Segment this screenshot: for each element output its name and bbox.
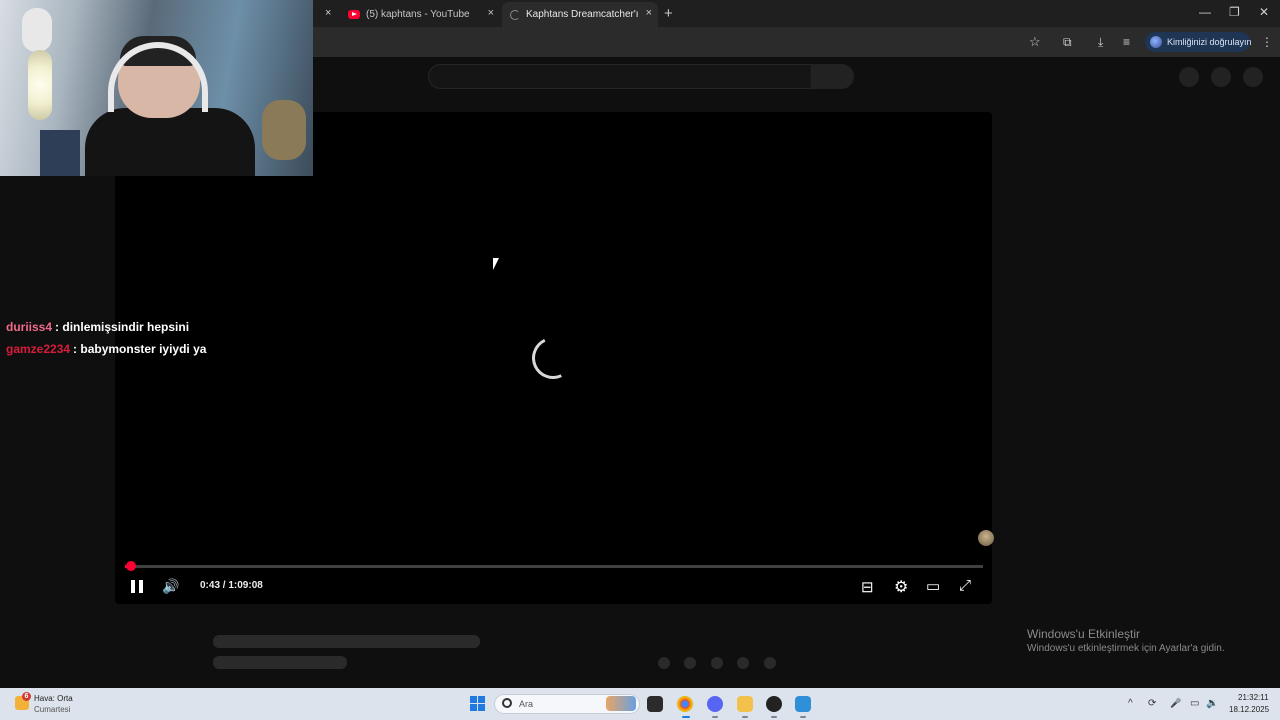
chat-username: gamze2234 — [6, 342, 71, 356]
chat-message: gamze2234: babymonster iyiydi ya — [6, 342, 206, 356]
verify-identity-label: Kimliğinizi doğrulayın — [1167, 37, 1252, 47]
search-highlight-image[interactable] — [606, 696, 636, 711]
close-window-button[interactable]: ✕ — [1259, 5, 1269, 19]
activation-watermark-subtitle: Windows'u etkinleştirmek için Ayarlar'a … — [1027, 643, 1225, 654]
taskbar-search-placeholder: Ara — [519, 699, 534, 709]
active-app-indicator — [682, 716, 690, 718]
chrome-app-icon[interactable] — [677, 696, 693, 712]
profile-globe-icon — [1150, 36, 1162, 48]
header-action-skeleton[interactable] — [1179, 67, 1199, 87]
tab-close-partial-icon[interactable]: × — [325, 7, 331, 19]
tab-title: (5) kaphtans - YouTube — [366, 9, 470, 20]
obs-app-icon[interactable] — [766, 696, 782, 712]
search-button-skeleton[interactable] — [812, 64, 854, 89]
media-control-icon[interactable]: ≡ — [1123, 35, 1130, 49]
progress-bar[interactable] — [125, 565, 983, 568]
plush-toy-image — [262, 100, 306, 160]
weather-badge: 6 — [22, 692, 31, 701]
loading-favicon-icon — [510, 9, 520, 20]
avatar-skeleton[interactable] — [1243, 67, 1263, 87]
app-indicator — [712, 716, 718, 718]
pause-button[interactable] — [131, 580, 143, 593]
chat-username: duriiss4 — [6, 320, 53, 334]
terminal-app-icon[interactable] — [647, 696, 663, 712]
mouse-cursor-icon — [493, 258, 505, 270]
chat-text: : dinlemişsindir hepsini — [55, 320, 190, 334]
tab-close-icon[interactable]: × — [646, 7, 652, 19]
app-indicator — [742, 716, 748, 718]
skeleton-dot — [764, 657, 776, 669]
chat-message: duriiss4: dinlemişsindir hepsini — [6, 320, 189, 334]
youtube-favicon-icon — [348, 10, 360, 19]
sync-icon[interactable]: ⟳ — [1148, 698, 1156, 709]
theater-mode-icon[interactable]: ▭ — [926, 577, 940, 595]
chat-text: : babymonster iyiydi ya — [73, 342, 207, 356]
taskbar — [0, 688, 1280, 720]
microphone-image — [22, 8, 52, 52]
header-action-skeleton[interactable] — [1211, 67, 1231, 87]
settings-gear-icon[interactable]: ⚙ — [894, 577, 908, 597]
bookmark-star-icon[interactable]: ☆ — [1029, 34, 1041, 50]
clock-date[interactable]: 18.12.2025 — [1229, 705, 1269, 714]
person-body-image — [85, 108, 255, 176]
progress-scrubber-handle[interactable] — [126, 561, 136, 571]
discord-app-icon[interactable] — [707, 696, 723, 712]
clock-time[interactable]: 21:32:11 — [1238, 693, 1269, 702]
skeleton-dot — [711, 657, 723, 669]
tab-youtube[interactable]: (5) kaphtans - YouTube × — [340, 2, 500, 27]
extensions-icon[interactable]: ⧉ — [1063, 35, 1072, 50]
weather-day[interactable]: Cumartesi — [34, 705, 70, 714]
subtitle-skeleton — [213, 656, 347, 669]
activation-watermark-title: Windows'u Etkinleştir — [1027, 627, 1140, 641]
windows-start-icon[interactable] — [470, 696, 485, 711]
skeleton-dot — [737, 657, 749, 669]
file-explorer-icon[interactable] — [737, 696, 753, 712]
tray-overflow-icon[interactable]: ^ — [1128, 698, 1133, 709]
search-icon — [502, 698, 512, 708]
download-icon[interactable]: ⤓ — [1098, 35, 1103, 50]
skeleton-dot — [684, 657, 696, 669]
lamp-image — [28, 50, 52, 120]
screen: × (5) kaphtans - YouTube × Kaphtans Drea… — [0, 0, 1280, 720]
new-tab-button[interactable]: + — [664, 5, 673, 22]
volume-icon[interactable]: 🔊 — [162, 578, 179, 595]
weather-text[interactable]: Hava: Orta — [34, 694, 73, 703]
network-display-icon[interactable]: ▭ — [1190, 698, 1199, 709]
microphone-icon[interactable]: 🎤 — [1170, 698, 1181, 709]
paint-app-icon[interactable] — [795, 696, 811, 712]
subtitles-icon[interactable]: ⊟ — [861, 578, 874, 596]
tab-close-icon[interactable]: × — [488, 7, 494, 19]
tab-active[interactable]: Kaphtans Dreamcatcher'ın Büt × — [502, 2, 658, 27]
time-display: 0:43 / 1:09:08 — [200, 580, 263, 591]
channel-watermark-avatar[interactable] — [978, 530, 994, 546]
app-indicator — [800, 716, 806, 718]
tab-title: Kaphtans Dreamcatcher'ın Büt — [526, 9, 638, 20]
browser-menu-icon[interactable]: ⋮ — [1261, 35, 1273, 49]
volume-tray-icon[interactable]: 🔉 — [1206, 698, 1218, 709]
poster-image — [40, 130, 80, 176]
search-input-skeleton[interactable] — [428, 64, 812, 89]
skeleton-dot — [658, 657, 670, 669]
webcam-overlay — [0, 0, 313, 176]
title-skeleton — [213, 635, 480, 648]
verify-identity-button[interactable]: Kimliğinizi doğrulayın — [1145, 32, 1252, 52]
fullscreen-icon[interactable]: ⤢ — [959, 577, 971, 594]
restore-button[interactable]: ❐ — [1229, 5, 1240, 19]
app-indicator — [771, 716, 777, 718]
minimize-button[interactable]: — — [1199, 5, 1211, 19]
